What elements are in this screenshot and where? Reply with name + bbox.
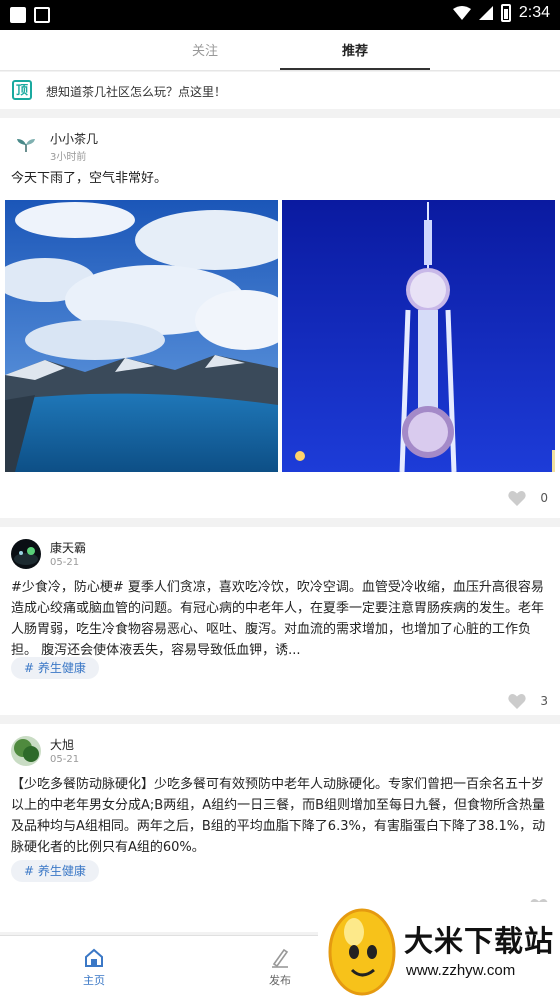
sprout-icon <box>11 130 41 160</box>
author-name[interactable]: 大旭 <box>50 736 74 753</box>
active-tab-indicator <box>280 68 430 70</box>
topic-tag[interactable]: # 养生健康 <box>11 657 99 679</box>
author-name[interactable]: 康天霸 <box>50 539 86 556</box>
nav-publish-label: 发布 <box>269 974 291 987</box>
post-time: 05-21 <box>50 754 80 765</box>
post-text: #少食冷，防心梗# 夏季人们贪凉，喜欢吃冷饮，吹冷空调。血管受冷收缩，血压升高很… <box>11 580 545 658</box>
avatar-image <box>11 736 41 766</box>
author-name[interactable]: 小小茶几 <box>50 130 98 147</box>
post-card[interactable]: 康天霸 05-21 #少食冷，防心梗# 夏季人们贪凉，喜欢吃冷饮，吹冷空调。血管… <box>0 527 560 715</box>
nav-publish[interactable]: 发布 <box>240 948 320 988</box>
post-image-lake[interactable] <box>5 200 278 472</box>
tab-recommend[interactable]: 推荐 <box>280 40 430 59</box>
like-count: 0 <box>540 491 548 505</box>
nav-home-label: 主页 <box>83 974 105 987</box>
battery-icon <box>500 4 511 22</box>
feed-tabs: 关注 推荐 <box>0 30 560 71</box>
pinned-icon: 顶 <box>12 80 32 100</box>
heart-icon <box>508 694 527 709</box>
post-card[interactable]: 小小茶几 3小时前 今天下雨了，空气非常好。 0 <box>0 118 560 518</box>
like-count: 3 <box>540 694 548 708</box>
avatar[interactable] <box>11 130 41 160</box>
post-time: 3小时前 <box>50 152 87 163</box>
heart-icon <box>508 491 527 506</box>
watermark-title: 大米下载站 <box>404 924 555 958</box>
tab-follow[interactable]: 关注 <box>130 40 280 59</box>
nav-home[interactable]: 主页 <box>54 948 134 988</box>
post-image-tower[interactable] <box>282 200 555 472</box>
rice-mascot-icon <box>328 908 396 996</box>
wifi-icon <box>452 6 471 20</box>
image-notification-icon <box>34 7 50 23</box>
post-text: 【少吃多餐防动脉硬化】少吃多餐可有效预防中老年人动脉硬化。专家们曾把一百余名五十… <box>11 777 546 855</box>
like-button[interactable]: 3 <box>508 693 548 709</box>
pencil-icon <box>272 948 289 968</box>
notice-text: 想知道茶几社区怎么玩？点这里！ <box>46 85 227 99</box>
home-icon <box>85 948 103 967</box>
watermark-url: www.zzhyw.com <box>406 962 516 979</box>
status-time: 2:34 <box>518 4 550 21</box>
watermark-logo: 大米下载站 www.zzhyw.com <box>318 902 560 997</box>
topic-tag[interactable]: # 养生健康 <box>11 860 99 882</box>
avatar[interactable] <box>11 539 41 569</box>
avatar-image <box>11 539 41 569</box>
post-time: 05-21 <box>50 557 80 568</box>
post-text: 今天下雨了，空气非常好。 <box>11 171 168 186</box>
status-bar: 2:34 <box>0 0 560 30</box>
post-card[interactable]: 大旭 05-21 【少吃多餐防动脉硬化】少吃多餐可有效预防中老年人动脉硬化。专家… <box>0 724 560 932</box>
notification-icon <box>10 7 26 23</box>
signal-icon <box>478 6 493 20</box>
like-button[interactable]: 0 <box>508 490 548 506</box>
pinned-notice[interactable]: 顶 想知道茶几社区怎么玩？点这里！ <box>0 72 560 109</box>
avatar[interactable] <box>11 736 41 766</box>
